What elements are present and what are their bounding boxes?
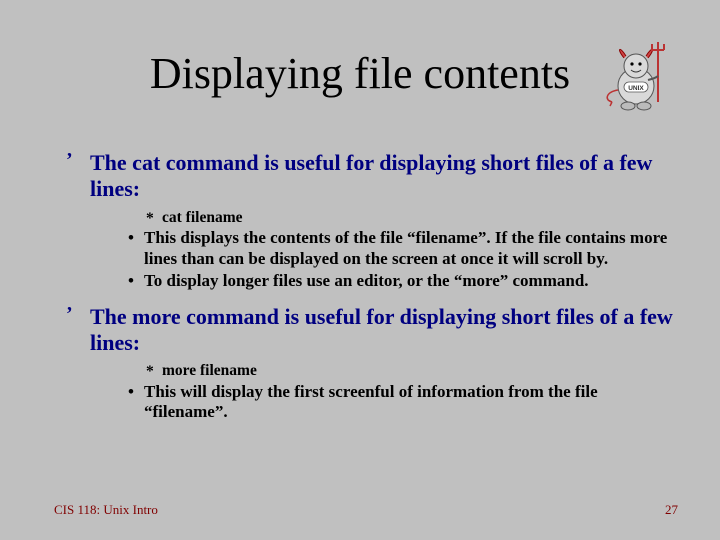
cmd-more: more filename [144,362,678,381]
slide: Displaying file contents [0,0,720,540]
cat-desc-1: This displays the contents of the file “… [126,228,678,269]
more-desc-1: This will display the first screenful of… [126,382,678,423]
bullet-cat: The cat command is useful for displaying… [62,150,678,203]
cat-desc-2: To display longer files use an editor, o… [126,271,678,291]
content-area: The cat command is useful for displaying… [62,150,678,435]
footer-course: CIS 118: Unix Intro [54,502,158,518]
bullet-more-sub: more filename This will display the firs… [62,362,678,422]
bullet-more: The more command is useful for displayin… [62,304,678,357]
bullet-cat-sub: cat filename This displays the contents … [62,209,678,292]
svg-text:UNIX: UNIX [628,85,644,92]
bsd-mascot-icon: UNIX [594,40,686,116]
footer-page-number: 27 [665,502,678,518]
cmd-cat: cat filename [144,209,678,228]
